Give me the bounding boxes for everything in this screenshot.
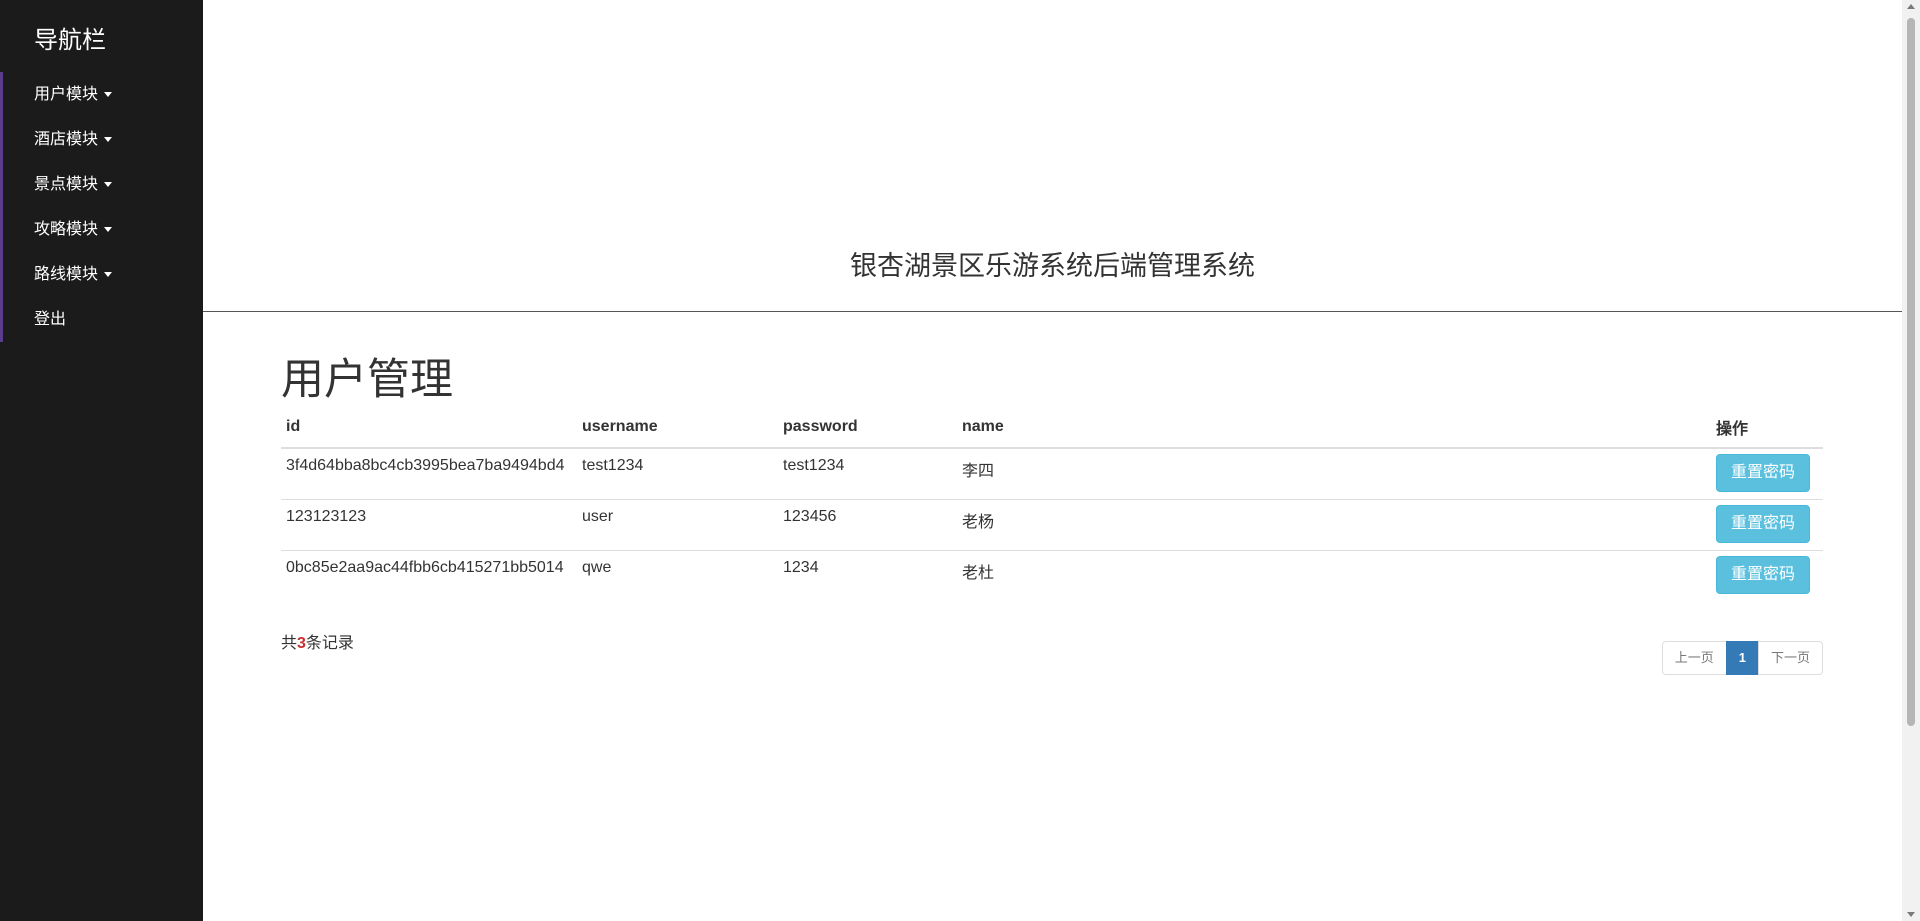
prev-page-button[interactable]: 上一页 (1661, 641, 1727, 675)
system-title: 银杏湖景区乐游系统后端管理系统 (850, 251, 1255, 281)
header-divider (203, 311, 1902, 312)
sidebar-item-route[interactable]: 路线模块 (3, 252, 206, 297)
cell-name: 老杜 (957, 550, 1711, 601)
cell-username: user (577, 499, 778, 551)
cell-id: 0bc85e2aa9ac44fbb6cb415271bb5014 (281, 550, 577, 601)
caret-down-icon (104, 272, 113, 278)
sidebar-item-label: 登出 (34, 311, 67, 328)
scroll-up-icon[interactable] (1907, 4, 1915, 9)
caret-down-icon (104, 227, 113, 233)
record-count-number: 3 (297, 635, 306, 652)
page-title: 用户管理 (281, 356, 453, 404)
scroll-down-icon[interactable] (1907, 912, 1915, 917)
column-header-name: name (957, 410, 1711, 449)
reset-password-button[interactable]: 重置密码 (1716, 556, 1811, 594)
main-area: 银杏湖景区乐游系统后端管理系统 用户管理 id username passwor… (203, 0, 1902, 921)
vertical-scrollbar[interactable] (1902, 0, 1920, 921)
table-row: 123123123 user 123456 老杨 重置密码 (281, 499, 1823, 551)
sidebar-item-guide[interactable]: 攻略模块 (3, 207, 206, 252)
table-header-row: id username password name 操作 (281, 410, 1823, 449)
cell-name: 李四 (962, 463, 995, 480)
column-header-action: 操作 (1711, 410, 1823, 449)
record-count-suffix: 条记录 (305, 635, 354, 652)
user-table: id username password name 操作 3f4d64bba8b… (281, 410, 1823, 601)
reset-password-button[interactable]: 重置密码 (1716, 505, 1811, 543)
reset-password-button[interactable]: 重置密码 (1716, 454, 1811, 492)
content: 用户管理 id username password name 操作 3f4d64… (281, 350, 1823, 699)
cell-action: 重置密码 (1711, 550, 1823, 601)
cell-username: test1234 (582, 457, 644, 474)
cell-password: 123456 (778, 499, 957, 551)
cell-action: 重置密码 (1711, 499, 1823, 551)
cell-username: qwe (577, 550, 778, 601)
scrollbar-thumb[interactable] (1907, 18, 1915, 726)
next-page-button[interactable]: 下一页 (1757, 641, 1823, 675)
sidebar-item-label: 攻略模块 (34, 221, 99, 238)
record-count-prefix: 共 (281, 635, 298, 652)
table-footer: 共3条记录 上一页 1 下一页 (281, 629, 1823, 699)
pagination: 上一页 1 下一页 (1661, 641, 1823, 675)
sidebar-item-label: 用户模块 (34, 86, 99, 103)
table-row: 0bc85e2aa9ac44fbb6cb415271bb5014 qwe 123… (281, 550, 1823, 601)
sidebar-item-hotel[interactable]: 酒店模块 (3, 117, 206, 162)
page-number-button[interactable]: 1 (1725, 641, 1759, 675)
cell-id: 123123123 (281, 499, 577, 551)
sidebar-item-label: 酒店模块 (34, 131, 99, 148)
caret-down-icon (104, 92, 113, 98)
caret-down-icon (104, 137, 113, 143)
table-row: 3f4d64bba8bc4cb3995bea7ba9494bd4 test123… (281, 448, 1823, 500)
cell-action: 重置密码 (1711, 448, 1823, 500)
sidebar-item-attraction[interactable]: 景点模块 (3, 162, 206, 207)
cell-name: 老杨 (957, 499, 1711, 551)
sidebar-item-label: 景点模块 (34, 176, 99, 193)
column-header-username: username (577, 410, 778, 449)
sidebar: 导航栏 用户模块 酒店模块 景点模块 攻略模块 路线模块 登出 (0, 0, 203, 921)
cell-id: 3f4d64bba8bc4cb3995bea7ba9494bd4 (286, 457, 565, 474)
cell-password: test1234 (783, 457, 845, 474)
column-header-password: password (778, 410, 957, 449)
sidebar-menu: 用户模块 酒店模块 景点模块 攻略模块 路线模块 登出 (0, 72, 206, 342)
caret-down-icon (104, 182, 113, 188)
record-count: 共3条记录 (281, 629, 354, 653)
sidebar-item-label: 路线模块 (34, 266, 99, 283)
cell-password: 1234 (778, 550, 957, 601)
sidebar-item-logout[interactable]: 登出 (3, 297, 206, 342)
column-header-id: id (281, 410, 577, 449)
sidebar-title: 导航栏 (34, 27, 106, 54)
sidebar-item-user[interactable]: 用户模块 (3, 72, 206, 117)
